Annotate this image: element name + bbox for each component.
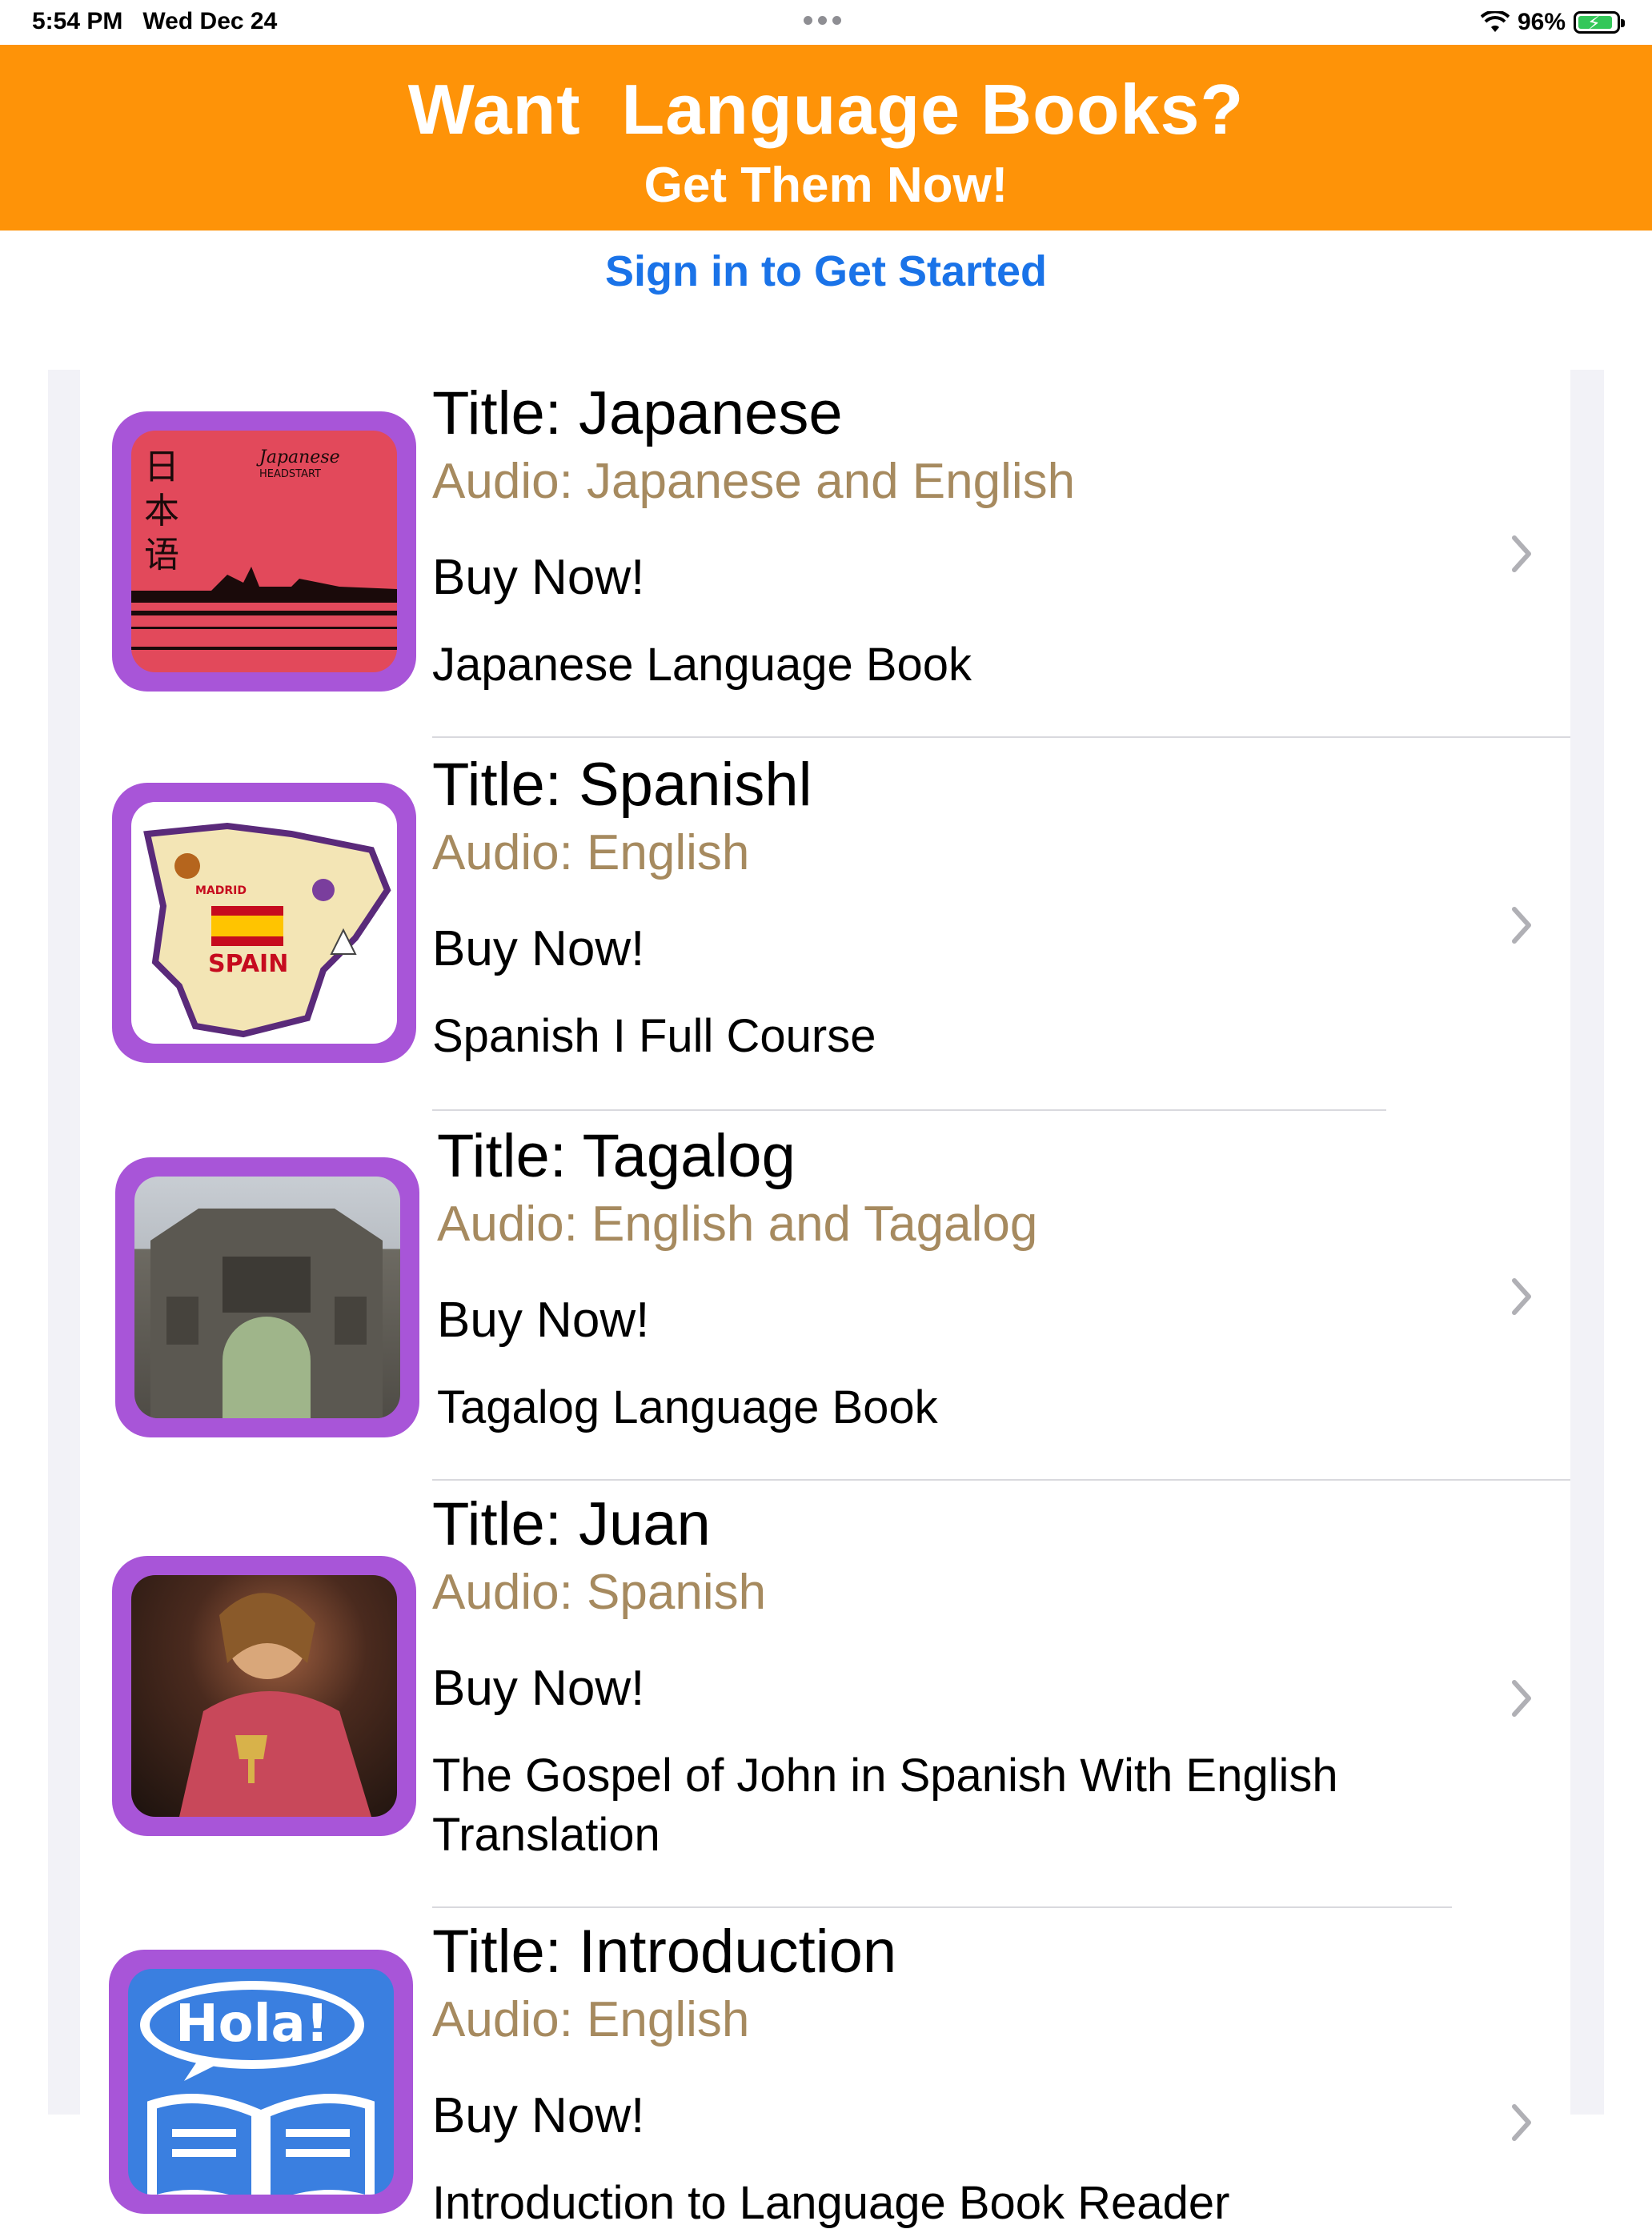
chevron-right-icon[interactable] (1506, 1273, 1538, 1321)
book-title: Title: Tagalog (437, 1122, 796, 1190)
book-description: The Gospel of John in Spanish With Engli… (432, 1750, 1338, 1861)
chevron-right-icon[interactable] (1506, 1674, 1538, 1722)
book-cover-introduction: Hola! (109, 1950, 413, 2214)
book-list: 日 本 语 Japanese HEADSTART Title: Japanese… (80, 370, 1570, 2229)
cover-kanji-3: 语 (144, 535, 179, 575)
book-description: Introduction to Language Book Reader (432, 2177, 1230, 2229)
book-cover-spanish: SPAIN MADRID (112, 783, 416, 1063)
cover-hola-label: Hola! (175, 1994, 329, 2054)
wifi-icon (1480, 11, 1510, 32)
book-row-introduction[interactable]: Hola! Title: Introduction Audio: English… (80, 1910, 1570, 2229)
status-bar: 5:54 PM Wed Dec 24 96% ⚡ (0, 0, 1652, 45)
book-audio: Audio: Spanish (432, 1565, 767, 1620)
status-time: 5:54 PM Wed Dec 24 (32, 8, 277, 35)
cover-madrid-label: MADRID (195, 884, 247, 897)
cover-kanji-2: 本 (144, 491, 179, 531)
book-description: Spanish I Full Course (432, 1010, 876, 1062)
chevron-right-icon[interactable] (1506, 901, 1538, 949)
japanese-cover-art: 日 本 语 Japanese HEADSTART (131, 447, 397, 650)
book-title: Title: Juan (432, 1490, 711, 1558)
hola-book-art: Hola! (140, 1981, 375, 2195)
book-info: Title: Tagalog Audio: English and Tagalo… (437, 1121, 1510, 1437)
cover-spain-label: SPAIN (208, 950, 288, 978)
book-description: Tagalog Language Book (437, 1381, 938, 1433)
buy-now-label[interactable]: Buy Now! (432, 1657, 1505, 1721)
chevron-right-icon[interactable] (1506, 530, 1538, 578)
spain-map-art: SPAIN MADRID (143, 822, 391, 1038)
cover-kanji-1: 日 (144, 447, 179, 487)
book-info: Title: Japanese Audio: Japanese and Engl… (432, 378, 1505, 695)
book-row-tagalog[interactable]: Title: Tagalog Audio: English and Tagalo… (80, 1112, 1570, 1481)
multitasking-dots-icon[interactable] (804, 14, 848, 26)
buy-now-label[interactable]: Buy Now! (432, 546, 1505, 610)
book-row-japanese[interactable]: 日 本 语 Japanese HEADSTART Title: Japanese… (80, 370, 1570, 738)
status-indicators: 96% ⚡ (1480, 6, 1625, 38)
book-title: Title: Spanishl (432, 751, 812, 819)
book-cover-japanese: 日 本 语 Japanese HEADSTART (112, 411, 416, 692)
banner-subtitle: Get Them Now! (644, 158, 1008, 213)
row-separator (432, 1109, 1386, 1111)
battery-percent: 96% (1517, 9, 1566, 35)
book-audio: Audio: English (432, 825, 750, 880)
book-audio: Audio: English and Tagalog (437, 1197, 1038, 1252)
book-audio: Audio: Japanese and English (432, 454, 1076, 509)
book-info: Title: Introduction Audio: English Buy N… (432, 1916, 1505, 2233)
banner-title: Want Language Books? (407, 70, 1245, 149)
book-title: Title: Introduction (432, 1918, 897, 1986)
book-cover-juan (112, 1556, 416, 1836)
fort-gate-art (150, 1209, 383, 1418)
book-row-juan[interactable]: Title: Juan Audio: Spanish Buy Now! The … (80, 1482, 1570, 1908)
book-cover-tagalog (115, 1157, 419, 1437)
time-label: 5:54 PM (32, 8, 123, 34)
saint-john-painting-art (179, 1593, 371, 1817)
book-description: Japanese Language Book (432, 639, 972, 691)
book-info: Title: Juan Audio: Spanish Buy Now! The … (432, 1489, 1505, 1865)
book-title: Title: Japanese (432, 379, 843, 447)
cover-headstart-label: HEADSTART (259, 468, 321, 480)
row-separator (432, 1479, 1570, 1481)
cover-japanese-label: Japanese (256, 447, 340, 467)
chevron-right-icon[interactable] (1506, 2099, 1538, 2147)
date-label: Wed Dec 24 (142, 8, 278, 34)
book-info: Title: Spanishl Audio: English Buy Now! … (432, 749, 1505, 1066)
buy-now-label[interactable]: Buy Now! (432, 917, 1505, 981)
battery-icon: ⚡ (1574, 11, 1625, 34)
buy-now-label[interactable]: Buy Now! (432, 2084, 1505, 2148)
book-row-spanish[interactable]: SPAIN MADRID Title: Spanishl Audio: Engl… (80, 741, 1570, 1111)
book-audio: Audio: English (432, 1992, 750, 2047)
promo-banner[interactable]: Want Language Books? Get Them Now! (0, 45, 1652, 231)
row-separator (432, 736, 1570, 738)
sign-in-link[interactable]: Sign in to Get Started (0, 247, 1652, 296)
buy-now-label[interactable]: Buy Now! (437, 1289, 1510, 1353)
row-separator (432, 1906, 1452, 1908)
